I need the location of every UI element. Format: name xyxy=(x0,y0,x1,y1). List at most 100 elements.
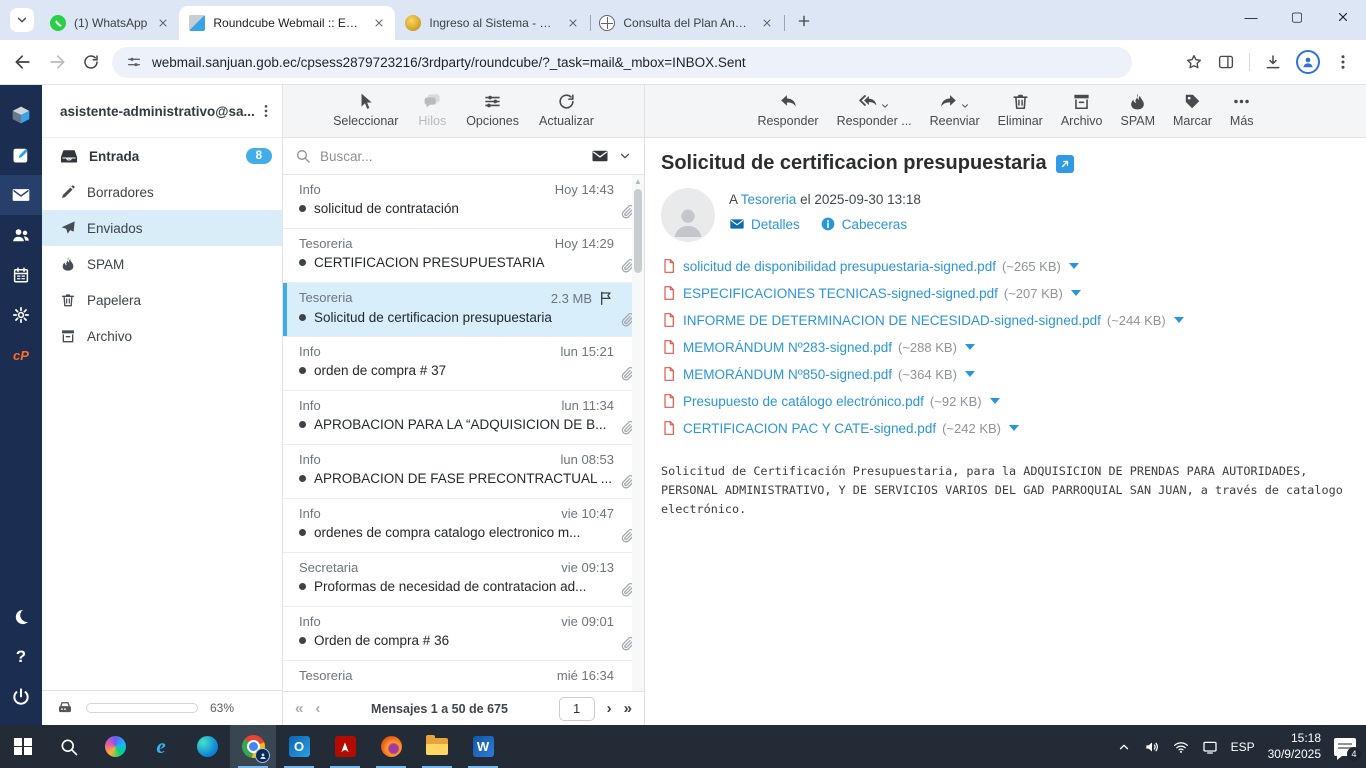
forward-icon[interactable] xyxy=(44,49,70,75)
chrome-menu-icon[interactable] xyxy=(1334,53,1352,71)
prev-page-icon[interactable]: ‹ xyxy=(315,700,320,717)
tab-close-icon[interactable] xyxy=(155,15,171,31)
message-row[interactable]: Info vie 10:47 ordenes de compra catalogo… xyxy=(283,499,644,553)
search-scope-mail-icon[interactable] xyxy=(591,147,609,165)
flag-icon[interactable] xyxy=(598,290,614,306)
minimize-button[interactable]: — xyxy=(1228,0,1274,34)
profile-icon[interactable] xyxy=(1296,50,1320,74)
bookmark-star-icon[interactable] xyxy=(1185,53,1203,71)
tab-close-icon[interactable] xyxy=(371,15,387,31)
message-row[interactable]: Secretaria vie 09:13 Proformas de necesid… xyxy=(283,553,644,607)
tray-expand-icon[interactable] xyxy=(1117,740,1131,754)
attachment-item[interactable]: MEMORÁNDUM Nº850-signed.pdf (~364 KB) xyxy=(661,366,975,382)
first-page-icon[interactable]: « xyxy=(295,700,303,717)
back-icon[interactable] xyxy=(10,49,36,75)
page-number-input[interactable] xyxy=(558,696,595,721)
message-row[interactable]: Tesoreria Hoy 14:29 CERTIFICACION PRESUPU… xyxy=(283,229,644,283)
sidebar-item-archivo[interactable]: Archivo xyxy=(42,318,282,354)
logout-power-icon[interactable] xyxy=(0,677,42,717)
compose-button[interactable] xyxy=(0,135,42,175)
site-controls-icon[interactable] xyxy=(126,54,142,70)
contacts-nav-icon[interactable] xyxy=(0,215,42,255)
open-in-new-window-icon[interactable] xyxy=(1055,154,1074,173)
cpanel-icon[interactable]: cP xyxy=(0,335,42,375)
options-button[interactable]: Opciones xyxy=(466,92,519,128)
search-options-chevron-icon[interactable] xyxy=(618,149,632,163)
start-button[interactable] xyxy=(0,725,46,768)
sidebar-item-enviados[interactable]: Enviados xyxy=(42,210,282,246)
last-page-icon[interactable]: » xyxy=(624,700,632,717)
reply-button[interactable]: Responder xyxy=(757,92,819,128)
attachment-menu-caret-icon[interactable] xyxy=(1173,317,1184,323)
select-button[interactable]: Seleccionar xyxy=(333,92,398,128)
tab-whatsapp[interactable]: (1) WhatsApp xyxy=(40,6,182,40)
maximize-button[interactable]: ▢ xyxy=(1274,0,1320,34)
attachment-menu-caret-icon[interactable] xyxy=(1070,290,1081,296)
tab-search-button[interactable] xyxy=(10,8,34,32)
sidebar-item-entrada[interactable]: Entrada 8 xyxy=(42,138,282,174)
copilot-icon[interactable] xyxy=(92,725,138,768)
attachment-item[interactable]: Presupuesto de catálogo electrónico.pdf … xyxy=(661,393,1000,409)
recipient-link[interactable]: Tesoreria xyxy=(741,192,797,207)
volume-icon[interactable] xyxy=(1144,739,1160,755)
close-button[interactable] xyxy=(1320,0,1366,34)
downloads-icon[interactable] xyxy=(1264,53,1282,71)
message-row[interactable]: Info lun 15:21 orden de compra # 37 xyxy=(283,337,644,391)
sidebar-item-borradores[interactable]: Borradores xyxy=(42,174,282,210)
threads-button[interactable]: Hilos xyxy=(418,92,446,128)
internet-explorer-icon[interactable]: e xyxy=(138,725,184,768)
forward-button[interactable]: Reenviar xyxy=(930,92,980,128)
reload-icon[interactable] xyxy=(78,49,104,75)
headers-link[interactable]: Cabeceras xyxy=(820,216,907,232)
attachment-menu-caret-icon[interactable] xyxy=(1009,425,1019,431)
folder-options-icon[interactable] xyxy=(258,103,274,119)
list-scrollbar[interactable]: ▲ xyxy=(632,175,644,691)
tab-compras-publicas[interactable]: Ingreso al Sistema - Compras P xyxy=(395,6,592,40)
message-row[interactable]: Info vie 09:01 Orden de compra # 36 xyxy=(283,607,644,661)
wifi-icon[interactable] xyxy=(1173,739,1189,755)
attachment-item[interactable]: ESPECIFICACIONES TECNICAS-signed-signed.… xyxy=(661,285,1081,301)
next-page-icon[interactable]: › xyxy=(607,700,612,717)
address-bar[interactable]: webmail.sanjuan.gob.ec/cpsess2879723216/… xyxy=(112,46,1132,78)
search-input[interactable] xyxy=(320,148,582,164)
cast-icon[interactable] xyxy=(1202,739,1218,755)
tab-roundcube[interactable]: Roundcube Webmail :: Enviados xyxy=(179,6,396,40)
calendar-nav-icon[interactable] xyxy=(0,255,42,295)
message-row[interactable]: Info Hoy 14:43 solicitud de contratación xyxy=(283,175,644,229)
delete-button[interactable]: Eliminar xyxy=(998,92,1043,128)
refresh-button[interactable]: Actualizar xyxy=(539,92,594,128)
acrobat-icon[interactable] xyxy=(322,725,368,768)
chrome-taskbar-icon[interactable] xyxy=(230,725,276,768)
attachment-menu-caret-icon[interactable] xyxy=(1068,263,1079,269)
reply-all-button[interactable]: Responder ... xyxy=(837,92,912,128)
more-button[interactable]: Más xyxy=(1230,92,1254,128)
firefox-icon[interactable] xyxy=(368,725,414,768)
dark-mode-icon[interactable] xyxy=(0,597,42,637)
url-text[interactable]: webmail.sanjuan.gob.ec/cpsess2879723216/… xyxy=(152,55,746,70)
settings-nav-icon[interactable] xyxy=(0,295,42,335)
scrollbar-thumb[interactable] xyxy=(634,189,642,273)
message-row[interactable]: Tesoreria mié 16:34 xyxy=(283,661,644,691)
clock[interactable]: 15:18 30/9/2025 xyxy=(1268,731,1321,762)
new-tab-button[interactable] xyxy=(791,8,817,34)
side-panel-icon[interactable] xyxy=(1217,53,1235,71)
attachment-menu-caret-icon[interactable] xyxy=(964,371,975,377)
attachment-item[interactable]: INFORME DE DETERMINACION DE NECESIDAD-si… xyxy=(661,312,1184,328)
dropdown-caret-icon[interactable] xyxy=(880,101,890,111)
message-row[interactable]: Info lun 08:53 APROBACION DE FASE PRECONT… xyxy=(283,445,644,499)
mark-button[interactable]: Marcar xyxy=(1173,92,1212,128)
sidebar-item-spam[interactable]: SPAM xyxy=(42,246,282,282)
spam-button[interactable]: SPAM xyxy=(1121,92,1155,128)
attachment-menu-caret-icon[interactable] xyxy=(989,398,1000,404)
mail-nav-icon[interactable] xyxy=(0,175,42,215)
details-link[interactable]: Detalles xyxy=(729,216,800,232)
message-row-selected[interactable]: Tesoreria 2.3 MB Solicitud de certificac… xyxy=(283,283,644,337)
dropdown-caret-icon[interactable] xyxy=(960,101,970,111)
tab-close-icon[interactable] xyxy=(565,15,581,31)
outlook-icon[interactable]: O xyxy=(276,725,322,768)
tab-close-icon[interactable] xyxy=(759,15,775,31)
language-indicator[interactable]: ESP xyxy=(1231,740,1255,754)
taskbar-search-icon[interactable] xyxy=(46,725,92,768)
edge-icon[interactable] xyxy=(184,725,230,768)
file-explorer-icon[interactable] xyxy=(414,725,460,768)
